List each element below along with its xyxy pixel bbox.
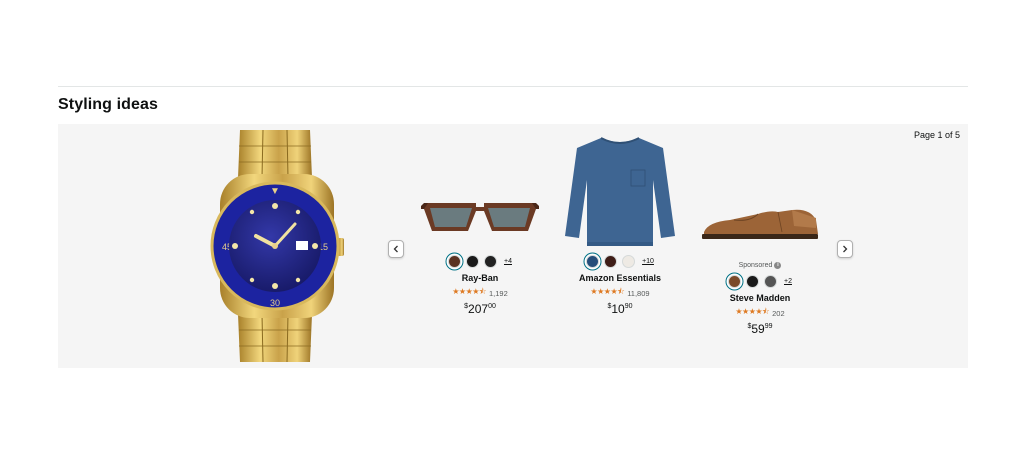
product-price: $20700 — [464, 302, 496, 316]
svg-text:▼: ▼ — [270, 186, 280, 197]
product-price: $1090 — [607, 302, 633, 316]
star-rating-icon: ★★★★⯪ — [735, 307, 770, 316]
rating-count: 202 — [772, 308, 785, 318]
product-rating[interactable]: ★★★★⯪ 11,809 — [555, 286, 685, 300]
carousel-next-button[interactable] — [837, 240, 853, 258]
product-card-rayban[interactable]: +4 Ray-Ban ★★★★⯪ 1,192 $20700 — [415, 184, 545, 316]
color-swatch[interactable] — [622, 254, 636, 268]
info-icon[interactable]: i — [774, 261, 782, 269]
color-swatches: +4 — [415, 254, 545, 268]
hero-watch-image[interactable]: ▼ 15 30 45 — [200, 128, 350, 364]
product-card-amazon-essentials[interactable]: +10 Amazon Essentials ★★★★⯪ 11,809 $1090 — [555, 134, 685, 316]
color-swatch[interactable] — [448, 254, 461, 268]
styling-ideas-carousel: Page 1 of 5 ▼ 15 30 45 +4 Ray-Ban ★★★★⯪ … — [58, 124, 968, 368]
svg-text:30: 30 — [270, 298, 280, 308]
color-swatch[interactable] — [586, 254, 600, 268]
more-colors-link[interactable]: +10 — [642, 258, 654, 265]
oxford-shoe-image[interactable] — [695, 184, 825, 264]
product-card-steve-madden[interactable]: Sponsored i +2 Steve Madden ★★★★⯪ 202 $59… — [695, 184, 825, 336]
product-price: $5999 — [747, 322, 773, 336]
star-rating-icon: ★★★★⯪ — [590, 287, 625, 296]
color-swatch[interactable] — [746, 274, 759, 288]
product-rating[interactable]: ★★★★⯪ 1,192 — [415, 286, 545, 300]
product-rating[interactable]: ★★★★⯪ 202 — [695, 306, 825, 320]
more-colors-link[interactable]: +4 — [504, 258, 512, 265]
star-rating-icon: ★★★★⯪ — [452, 287, 486, 296]
page-indicator: Page 1 of 5 — [913, 130, 960, 140]
product-brand[interactable]: Steve Madden — [695, 293, 825, 303]
long-sleeve-shirt-image[interactable] — [555, 134, 685, 250]
rating-count: 1,192 — [488, 288, 508, 298]
sunglasses-image[interactable] — [415, 184, 545, 250]
color-swatch[interactable] — [484, 254, 497, 268]
product-brand[interactable]: Ray-Ban — [415, 273, 545, 283]
chevron-left-icon — [393, 245, 398, 253]
color-swatches: +10 — [555, 254, 685, 268]
sponsored-label: Sponsored i — [695, 260, 825, 270]
rating-count: 11,809 — [627, 288, 650, 298]
section-divider — [58, 86, 968, 87]
color-swatch[interactable] — [466, 254, 479, 268]
chevron-right-icon — [843, 245, 848, 253]
color-swatches: +2 — [695, 274, 825, 288]
more-colors-link[interactable]: +2 — [784, 278, 792, 285]
color-swatch[interactable] — [604, 254, 618, 268]
carousel-prev-button[interactable] — [388, 240, 404, 258]
color-swatch[interactable] — [728, 274, 741, 288]
color-swatch[interactable] — [764, 274, 777, 288]
section-title: Styling ideas — [58, 96, 158, 113]
product-brand[interactable]: Amazon Essentials — [555, 273, 685, 283]
